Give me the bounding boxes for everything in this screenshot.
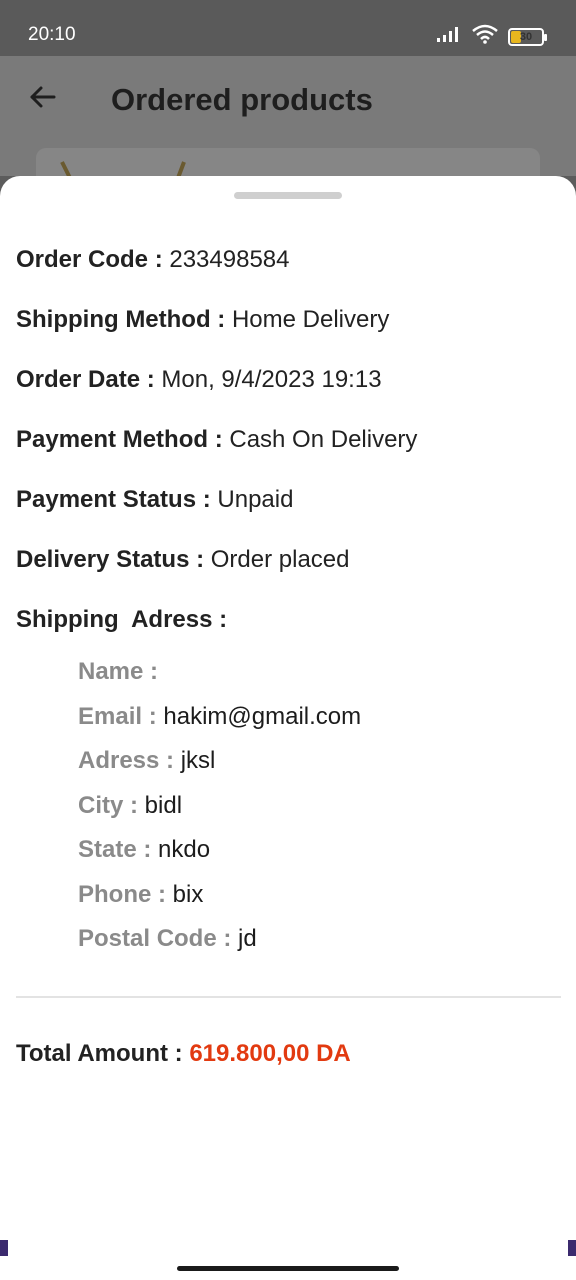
payment-status-row: Payment Status : Unpaid [16, 486, 293, 514]
address-street-row: Adress : jksl [78, 747, 215, 775]
signal-icon [436, 25, 462, 48]
address-state-row: State : nkdo [78, 836, 210, 864]
address-state-value: nkdo [158, 836, 211, 863]
address-email-label: Email : [78, 703, 157, 730]
order-date-value: Mon, 9/4/2023 19:13 [161, 366, 382, 393]
address-postal-row: Postal Code : jd [78, 925, 257, 953]
status-bar: 20:10 30 [0, 0, 576, 56]
address-phone-value: bix [172, 881, 204, 908]
order-details-sheet: Order Code : 233498584 Shipping Method :… [0, 176, 576, 1256]
delivery-status-row: Delivery Status : Order placed [16, 546, 350, 574]
battery-icon: 30 [508, 27, 547, 46]
payment-method-label: Payment Method : [16, 426, 223, 453]
back-button[interactable] [26, 80, 60, 114]
address-email-value: hakim@gmail.com [163, 703, 362, 730]
total-amount-row: Total Amount : 619.800,00 DA [16, 1040, 351, 1068]
home-indicator[interactable] [177, 1266, 399, 1271]
shipping-method-label: Shipping Method : [16, 306, 226, 333]
address-city-row: City : bidl [78, 792, 182, 820]
order-code-label: Order Code : [16, 246, 163, 273]
shipping-method-value: Home Delivery [231, 306, 390, 333]
address-street-label: Adress : [78, 747, 175, 774]
edge-accent-left [0, 1240, 8, 1256]
edge-accent-right [568, 1240, 576, 1256]
payment-method-value: Cash On Delivery [229, 426, 418, 453]
address-city-label: City : [78, 792, 138, 819]
address-name-row: Name : [78, 658, 158, 686]
address-phone-label: Phone : [78, 881, 166, 908]
address-phone-row: Phone : bix [78, 881, 203, 909]
address-state-label: State : [78, 836, 152, 863]
order-date-label: Order Date : [16, 366, 155, 393]
shipping-method-row: Shipping Method : Home Delivery [16, 306, 389, 334]
status-time: 20:10 [28, 24, 76, 45]
divider [16, 996, 561, 998]
order-code-row: Order Code : 233498584 [16, 246, 290, 274]
wifi-icon [472, 24, 498, 49]
app-bar: Ordered products [0, 56, 576, 188]
total-amount-label: Total Amount : [16, 1040, 183, 1067]
shipping-address-heading: Shipping Adress : [16, 606, 227, 634]
address-email-row: Email : hakim@gmail.com [78, 703, 361, 731]
battery-level: 30 [519, 30, 533, 43]
navigation-bar [0, 1256, 576, 1280]
shipping-address-label: Shipping Adress : [16, 606, 228, 633]
address-street-value: jksl [180, 747, 216, 774]
address-name-label: Name : [78, 658, 159, 685]
page-title: Ordered products [111, 82, 373, 117]
arrow-left-icon [30, 86, 56, 108]
payment-method-row: Payment Method : Cash On Delivery [16, 426, 417, 454]
address-postal-value: jd [238, 925, 257, 952]
drag-handle[interactable] [234, 192, 342, 199]
delivery-status-value: Order placed [210, 546, 350, 573]
status-icons: 30 [436, 24, 547, 49]
total-amount-value: 619.800,00 DA [189, 1040, 351, 1067]
order-code-value: 233498584 [169, 246, 290, 273]
delivery-status-label: Delivery Status : [16, 546, 205, 573]
order-date-row: Order Date : Mon, 9/4/2023 19:13 [16, 366, 382, 394]
address-postal-label: Postal Code : [78, 925, 232, 952]
payment-status-label: Payment Status : [16, 486, 211, 513]
address-city-value: bidl [144, 792, 183, 819]
payment-status-value: Unpaid [217, 486, 294, 513]
